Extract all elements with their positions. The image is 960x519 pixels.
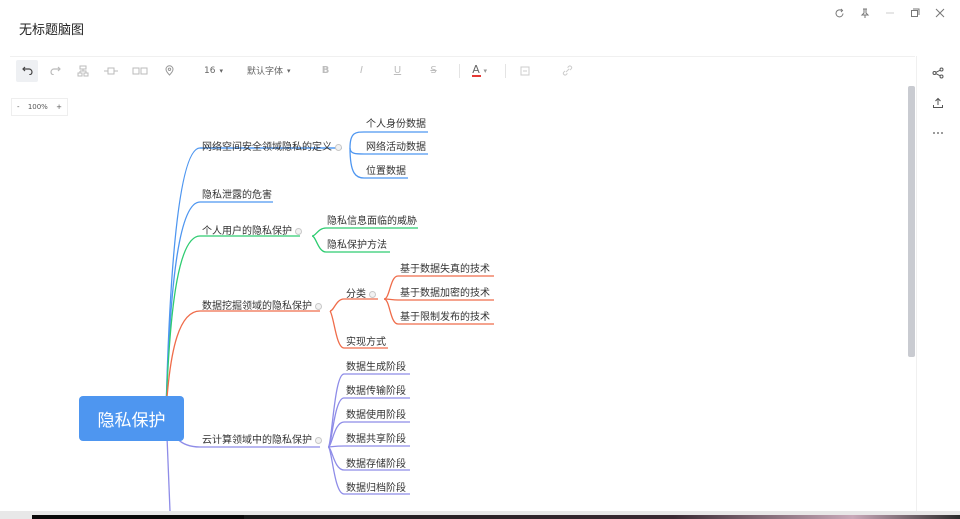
link-icon <box>562 65 572 76</box>
subtopic-label: 分类 <box>346 289 366 300</box>
close-icon[interactable] <box>927 4 952 22</box>
subtopic-node[interactable]: 数据使用阶段 <box>346 409 406 423</box>
font-size-select[interactable]: 16 ▾ <box>198 60 229 82</box>
zoom-out-button[interactable]: - <box>17 103 20 111</box>
font-color-icon: A <box>471 62 481 77</box>
subtopic-node[interactable]: 位置数据 <box>366 165 406 179</box>
subtopic-node[interactable]: 数据传输阶段 <box>346 385 406 399</box>
redo-button[interactable] <box>44 60 66 82</box>
toolbar-divider <box>505 63 507 78</box>
insert-parent-icon <box>132 67 148 74</box>
collapse-toggle-icon[interactable] <box>295 227 302 235</box>
topic-node[interactable]: 个人用户的隐私保护 <box>202 225 302 239</box>
pin-icon[interactable] <box>852 4 877 22</box>
taskbar-segment <box>32 515 244 519</box>
italic-button[interactable]: I <box>351 60 373 82</box>
strikethrough-button[interactable]: S <box>423 60 445 82</box>
font-size-value: 16 <box>204 65 216 76</box>
zoom-in-button[interactable]: + <box>56 103 62 111</box>
toolbar: 16 ▾ 默认字体 ▾ B I U S A ▾ <box>10 56 915 84</box>
redo-icon <box>49 66 61 75</box>
toolbar-divider <box>458 63 460 78</box>
title-bar: 无标题脑图 <box>0 0 960 54</box>
collapse-toggle-icon[interactable] <box>369 290 376 298</box>
subtopic-node[interactable]: 数据生成阶段 <box>346 361 406 375</box>
document-title[interactable]: 无标题脑图 <box>19 19 84 38</box>
chevron-down-icon: ▾ <box>286 66 291 75</box>
subtopic-node[interactable]: 数据归档阶段 <box>346 482 406 496</box>
location-button[interactable] <box>158 60 180 82</box>
leaf-node[interactable]: 基于数据加密的技术 <box>400 287 490 301</box>
window-controls <box>827 4 952 22</box>
font-color-button[interactable]: A ▾ <box>468 60 492 82</box>
zoom-level: 100% <box>27 103 48 111</box>
topic-node[interactable]: 隐私泄露的危害 <box>202 189 272 203</box>
mindmap-canvas[interactable]: 隐私保护 网络空间安全领域隐私的定义 个人身份数据 网络活动数据 位置数据 隐私… <box>0 86 908 511</box>
collapse-toggle-icon[interactable] <box>335 143 342 151</box>
font-color-label: A <box>472 62 480 76</box>
topic-label: 数据挖掘领域的隐私保护 <box>202 301 312 312</box>
chevron-down-icon: ▾ <box>219 66 223 75</box>
mindmap-app: 无标题脑图 16 ▾ 默认字体 ▾ B I U S A ▾ 隐私保护 网络空间安… <box>0 0 960 519</box>
subtopic-node[interactable]: 实现方式 <box>346 336 386 350</box>
insert-sibling-button[interactable] <box>100 60 122 82</box>
taskbar-wallpaper <box>244 515 960 519</box>
undo-button[interactable] <box>16 59 38 82</box>
topic-node[interactable]: 网络空间安全领域隐私的定义 <box>202 141 342 155</box>
topic-label: 个人用户的隐私保护 <box>202 226 292 237</box>
subtopic-node[interactable]: 数据存储阶段 <box>346 458 406 472</box>
topic-node[interactable]: 云计算领域中的隐私保护 <box>202 434 322 448</box>
insert-child-icon <box>77 65 89 76</box>
zoom-control: - 100% + <box>11 98 68 116</box>
share-button[interactable] <box>929 64 947 82</box>
export-button[interactable] <box>929 94 947 112</box>
right-side-panel <box>916 56 960 519</box>
collapse-toggle-icon[interactable] <box>315 302 322 310</box>
leaf-node[interactable]: 基于数据失真的技术 <box>400 263 490 277</box>
subtopic-node[interactable]: 隐私保护方法 <box>327 239 387 253</box>
font-family-value: 默认字体 <box>246 67 283 77</box>
more-button[interactable] <box>929 124 947 142</box>
font-family-select[interactable]: 默认字体 ▾ <box>241 60 297 82</box>
location-icon <box>164 65 174 76</box>
subtopic-node[interactable]: 网络活动数据 <box>366 141 426 155</box>
collapse-toggle-icon[interactable] <box>315 436 322 444</box>
underline-button[interactable]: U <box>387 60 409 82</box>
undo-icon <box>21 66 33 75</box>
subtopic-node[interactable]: 分类 <box>346 288 376 302</box>
leaf-node[interactable]: 基于限制发布的技术 <box>400 311 490 325</box>
subtopic-node[interactable]: 隐私信息面临的威胁 <box>327 215 417 229</box>
upload-icon <box>933 97 943 108</box>
insert-child-button[interactable] <box>72 60 94 82</box>
style-button[interactable] <box>514 60 536 82</box>
topic-node[interactable]: 数据挖掘领域的隐私保护 <box>202 300 322 314</box>
subtopic-node[interactable]: 个人身份数据 <box>366 118 426 132</box>
insert-sibling-icon <box>104 67 118 74</box>
root-node[interactable]: 隐私保护 <box>79 396 184 441</box>
topic-label: 云计算领域中的隐私保护 <box>202 435 312 446</box>
bold-button[interactable]: B <box>315 60 337 82</box>
share-icon <box>932 67 944 79</box>
insert-parent-button[interactable] <box>128 60 152 82</box>
topic-label: 网络空间安全领域隐私的定义 <box>202 142 332 153</box>
style-icon <box>520 66 530 75</box>
subtopic-node[interactable]: 数据共享阶段 <box>346 433 406 447</box>
refresh-icon[interactable] <box>827 4 852 22</box>
bottom-taskbar <box>0 511 960 519</box>
link-button[interactable] <box>556 60 578 82</box>
maximize-icon[interactable] <box>902 4 927 22</box>
vertical-scrollbar[interactable] <box>908 86 915 357</box>
more-icon <box>933 132 943 134</box>
minimize-icon[interactable] <box>877 4 902 22</box>
chevron-down-icon: ▾ <box>483 66 488 75</box>
